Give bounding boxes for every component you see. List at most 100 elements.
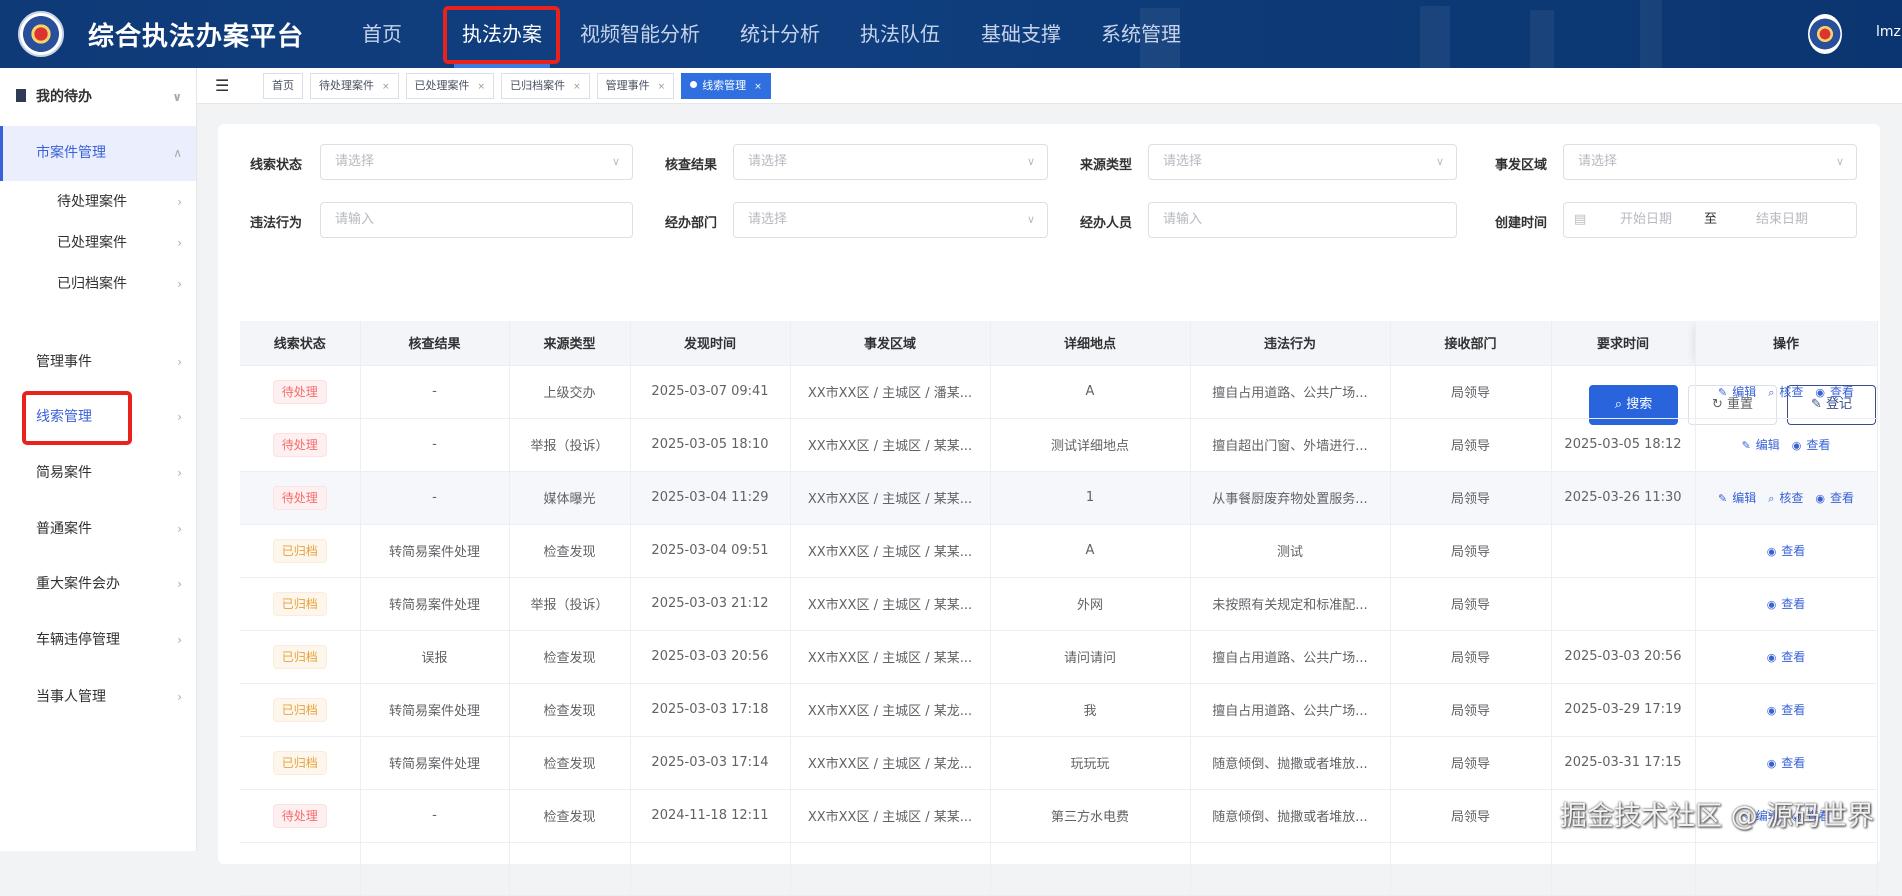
table-row[interactable]: 已归档 转简易案件处理 检查发现 2025-03-03 17:18 XX市XX区 / 主…	[240, 683, 1878, 737]
close-icon[interactable]: ×	[754, 82, 762, 92]
column-header: 事发区域	[790, 321, 991, 366]
label-dept: 经办部门	[665, 216, 718, 231]
clue-status-select[interactable]: 请选择 ∨	[320, 144, 633, 180]
view-icon: ◉	[1766, 545, 1777, 558]
tab-3[interactable]: 已归档案件 ×	[501, 73, 590, 99]
table-row[interactable]: 已归档 转简易案件处理 举报（投诉） 2025-03-03 21:12 XX市XX区 /…	[240, 577, 1878, 631]
table-row[interactable]: 待处理 - 举报（投诉） 2025-03-05 18:10 XX市XX区 / 主城区 /…	[240, 418, 1878, 472]
check-result-select[interactable]: 请选择 ∨	[733, 144, 1048, 180]
cell-place: A	[990, 524, 1191, 578]
cell-area: XX市XX区 / 主城区 / 某某...	[790, 789, 991, 843]
nav-statistics[interactable]: 统计分析	[740, 0, 820, 68]
nav-case-handling[interactable]: 执法办案	[454, 0, 550, 68]
label-area: 事发区域	[1495, 158, 1548, 173]
cell-dept: 局领导	[1390, 365, 1552, 419]
cell-status: 已归档	[240, 577, 361, 631]
close-icon[interactable]: ×	[573, 82, 581, 92]
sidebar-item-archived-cases[interactable]: 已归档案件 ›	[0, 264, 196, 305]
action-edit-link[interactable]: ✎ 编辑	[1742, 438, 1780, 452]
cell-empty	[1390, 842, 1552, 896]
tab-4[interactable]: 管理事件 ×	[596, 73, 675, 99]
table-row[interactable]: 待处理 - 媒体曝光 2025-03-04 11:29 XX市XX区 / 主城区 / 某…	[240, 471, 1878, 525]
handler-input[interactable]: 请输入	[1148, 202, 1457, 238]
sidebar-item-vehicle-parking[interactable]: 车辆违停管理 ›	[0, 614, 196, 666]
cell-result: -	[360, 418, 510, 472]
action-view-link[interactable]: ◉ 查看	[1767, 597, 1806, 611]
cell-actions: ✎ 编辑 ◉ 查看	[1695, 418, 1878, 472]
nav-video-analysis[interactable]: 视频智能分析	[580, 0, 700, 68]
cell-area: XX市XX区 / 主城区 / 某某...	[790, 418, 991, 472]
action-view-link[interactable]: ◉ 查看	[1767, 544, 1806, 558]
created-date-range[interactable]: ▤ 开始日期 至 结束日期	[1563, 202, 1857, 238]
sidebar-item-general-cases[interactable]: 普通案件 ›	[0, 503, 196, 555]
cell-source: 上级交办	[509, 365, 631, 419]
sidebar-item-events[interactable]: 管理事件 ›	[0, 336, 196, 388]
action-label: 查看	[1830, 385, 1855, 399]
tab-5[interactable]: 线索管理 ×	[681, 73, 771, 99]
tab-label: 已归档案件	[510, 79, 566, 92]
source-type-select[interactable]: 请选择 ∨	[1148, 144, 1457, 180]
action-edit-link[interactable]: ✎ 编辑	[1718, 385, 1756, 399]
column-header: 线索状态	[240, 321, 361, 366]
cell-actions: ◉ 查看	[1695, 630, 1878, 684]
view-icon: ◉	[1815, 492, 1825, 505]
calendar-icon: ▤	[1574, 212, 1587, 227]
action-view-link[interactable]: ◉ 查看	[1767, 756, 1806, 770]
cell-result: -	[360, 789, 510, 843]
sidebar-item-major-cases[interactable]: 重大案件会办 ›	[0, 558, 196, 610]
nav-infrastructure[interactable]: 基础支撑	[981, 0, 1061, 68]
action-view-link[interactable]: ◉ 查看	[1767, 650, 1806, 664]
dept-select[interactable]: 请选择 ∨	[733, 202, 1048, 238]
sidebar-item-simple-cases[interactable]: 简易案件 ›	[0, 447, 196, 499]
status-tag: 已归档	[272, 644, 327, 669]
area-select[interactable]: 请选择 ∨	[1563, 144, 1857, 180]
nav-home[interactable]: 首页	[362, 0, 402, 68]
tab-bar: ☰ 首页 待处理案件 × 已处理案件 × 已归档案件 × 管理事件 × 线索管理 ×	[197, 68, 1902, 104]
table-row[interactable]: 待处理 - 上级交办 2025-03-07 09:41 XX市XX区 / 主城区 / 潘…	[240, 365, 1878, 419]
tab-0[interactable]: 首页	[263, 73, 303, 99]
action-view-link[interactable]: ◉ 查看	[1767, 703, 1806, 717]
close-icon[interactable]: ×	[658, 82, 666, 92]
sidebar-group-city-cases[interactable]: 市案件管理 ∧	[0, 126, 196, 181]
tab-2[interactable]: 已处理案件 ×	[405, 73, 495, 99]
username[interactable]: lmz	[1876, 24, 1901, 40]
cell-source: 检查发现	[509, 736, 631, 790]
action-edit-link[interactable]: ✎ 编辑	[1718, 491, 1756, 505]
nav-team[interactable]: 执法队伍	[860, 0, 940, 68]
table-row[interactable]	[240, 842, 1878, 896]
user-avatar[interactable]	[1808, 14, 1842, 54]
action-check-link[interactable]: ⌕ 核查	[1768, 385, 1803, 399]
action-label: 查看	[1781, 650, 1806, 664]
table-row[interactable]: 已归档 转简易案件处理 检查发现 2025-03-04 09:51 XX市XX区 / 主…	[240, 524, 1878, 578]
table-row[interactable]: 已归档 转简易案件处理 检查发现 2025-03-03 17:14 XX市XX区 / 主…	[240, 736, 1878, 790]
sidebar-item-pending-cases[interactable]: 待处理案件 ›	[0, 182, 196, 223]
action-label: 编辑	[1732, 491, 1757, 505]
tab-1[interactable]: 待处理案件 ×	[310, 73, 399, 99]
cell-status: 已归档	[240, 630, 361, 684]
table-row[interactable]: 已归档 误报 检查发现 2025-03-03 20:56 XX市XX区 / 主城区 / …	[240, 630, 1878, 684]
action-check-link[interactable]: ⌕ 核查	[1768, 491, 1803, 505]
cell-violation: 随意倾倒、抛撒或者堆放...	[1190, 789, 1391, 843]
menu-collapse-icon[interactable]: ☰	[215, 76, 229, 95]
cell-status: 待处理	[240, 789, 361, 843]
cell-status: 待处理	[240, 365, 361, 419]
status-tag: 已归档	[272, 591, 327, 616]
action-label: 核查	[1779, 385, 1804, 399]
status-tag: 待处理	[272, 485, 327, 510]
cell-area: XX市XX区 / 主城区 / 某某...	[790, 524, 991, 578]
close-icon[interactable]: ×	[382, 82, 390, 92]
cell-source: 检查发现	[509, 524, 631, 578]
close-icon[interactable]: ×	[478, 82, 486, 92]
chevron-right-icon: ›	[177, 277, 182, 291]
action-view-link[interactable]: ◉ 查看	[1792, 438, 1831, 452]
action-view-link[interactable]: ◉ 查看	[1815, 491, 1854, 505]
nav-system[interactable]: 系统管理	[1101, 0, 1181, 68]
sidebar-item-clue-management[interactable]: 线索管理 ›	[0, 391, 196, 443]
sidebar-item-processed-cases[interactable]: 已处理案件 ›	[0, 223, 196, 264]
violation-input[interactable]: 请输入	[320, 202, 633, 238]
action-label: 核查	[1779, 491, 1804, 505]
action-view-link[interactable]: ◉ 查看	[1815, 385, 1854, 399]
sidebar-item-parties[interactable]: 当事人管理 ›	[0, 671, 196, 723]
sidebar-item-my-todo[interactable]: 我的待办 ∨	[0, 71, 196, 123]
view-icon: ◉	[1766, 757, 1777, 770]
